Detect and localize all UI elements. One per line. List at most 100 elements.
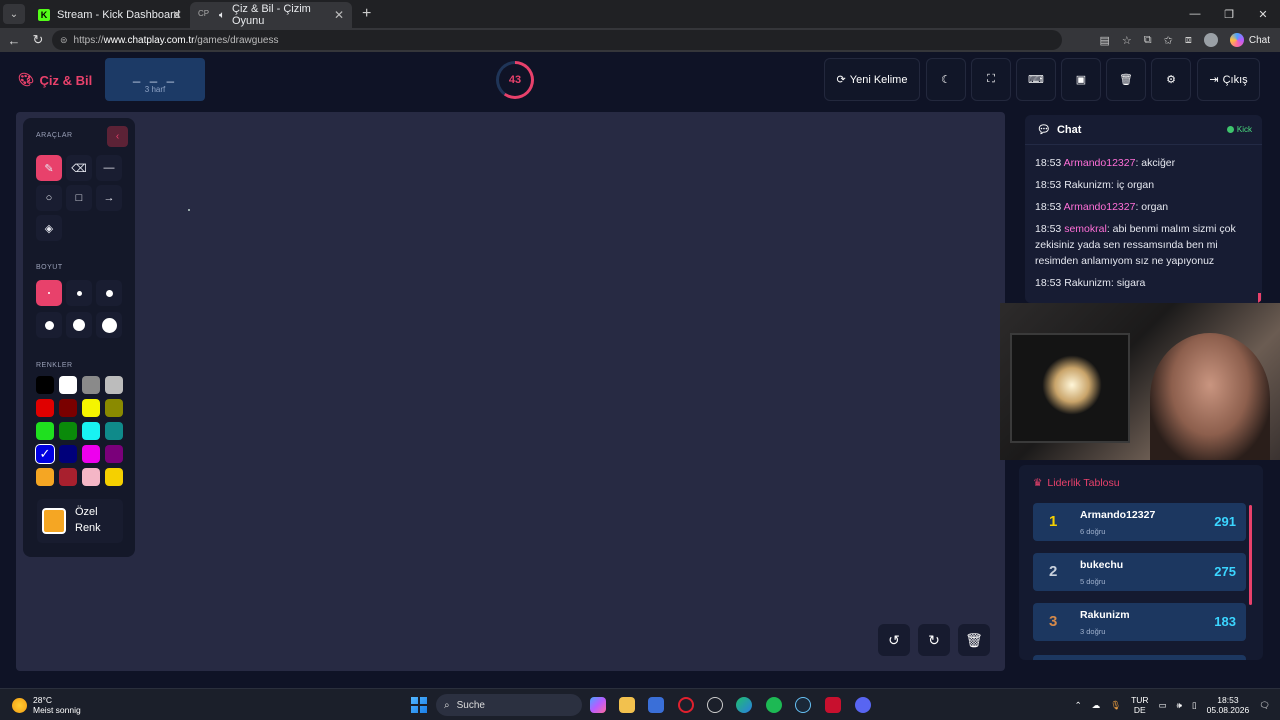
archive-button[interactable]: ▣	[1061, 58, 1101, 101]
color-swatch[interactable]	[59, 445, 77, 463]
arrow-tool[interactable]: →	[96, 185, 122, 211]
color-swatch[interactable]	[36, 399, 54, 417]
brush-tool[interactable]: ✎	[36, 155, 62, 181]
favorite-star-icon[interactable]: ☆	[1122, 34, 1132, 47]
url-field[interactable]: ⊜ https:// www.chatplay.com.tr /games/dr…	[52, 30, 1062, 50]
close-tab-icon[interactable]: ✕	[172, 8, 182, 22]
file-explorer-icon[interactable]	[619, 697, 635, 713]
clear-canvas-button[interactable]: 🗑︎	[958, 624, 990, 656]
color-swatch[interactable]	[105, 399, 123, 417]
microphone-icon[interactable]: 🎙︎	[1110, 700, 1121, 711]
size-option-4[interactable]	[36, 312, 62, 338]
windows-start-icon[interactable]	[411, 697, 427, 713]
clock[interactable]: 18:53 05.08.2026	[1207, 695, 1250, 715]
language-indicator[interactable]: TUR DE	[1131, 695, 1148, 715]
logout-button[interactable]: ⇥ Çıkış	[1197, 58, 1260, 101]
new-word-button[interactable]: ⟳ Yeni Kelime	[824, 58, 920, 101]
close-tab-icon[interactable]: ✕	[334, 8, 344, 22]
size-option-1[interactable]	[36, 280, 62, 306]
weather-widget[interactable]: 28°C Meist sonnig	[12, 695, 81, 715]
leaderboard-scrollbar[interactable]	[1249, 505, 1252, 605]
tab-list-button[interactable]: ⌄	[3, 4, 25, 24]
color-swatch[interactable]	[82, 422, 100, 440]
speaker-icon[interactable]: 🔈︎	[219, 10, 225, 21]
discord-icon[interactable]	[855, 697, 871, 713]
tab-kick-dashboard[interactable]: K Stream - Kick Dashboard ✕	[30, 2, 190, 28]
color-swatch[interactable]	[82, 468, 100, 486]
color-swatch-selected[interactable]: ✓	[36, 445, 54, 463]
opera-icon[interactable]	[678, 697, 694, 713]
reader-icon[interactable]: ▤	[1100, 34, 1110, 47]
edge-icon[interactable]	[736, 697, 752, 713]
size-option-3[interactable]	[96, 280, 122, 306]
favorites-icon[interactable]: ✩	[1164, 34, 1173, 47]
minimize-icon[interactable]: —	[1178, 0, 1212, 28]
color-swatch[interactable]	[82, 445, 100, 463]
redo-button[interactable]: ↻	[918, 624, 950, 656]
circle-tool[interactable]: ○	[36, 185, 62, 211]
color-swatch[interactable]	[105, 468, 123, 486]
extensions-icon[interactable]: ⧉	[1144, 34, 1152, 47]
leaderboard-player: Armando12327	[1080, 509, 1156, 521]
chat-username[interactable]: Armando12327	[1064, 201, 1136, 213]
reload-icon[interactable]: ↻	[26, 28, 50, 52]
theme-toggle-button[interactable]: ☾	[926, 58, 966, 101]
custom-color-button[interactable]: Özel Renk	[37, 499, 123, 543]
chat-scrollbar[interactable]	[1258, 293, 1261, 303]
chat-username[interactable]: Rakunizm	[1064, 277, 1111, 289]
size-option-6[interactable]	[96, 312, 122, 338]
color-swatch[interactable]	[36, 376, 54, 394]
color-swatch[interactable]	[82, 376, 100, 394]
chat-message-list[interactable]: 18:53 Armando12327: akciğer 18:53 Rakuniz…	[1035, 155, 1257, 297]
clear-button[interactable]: 🗑︎	[1106, 58, 1146, 101]
copilot-app-icon[interactable]	[590, 697, 606, 713]
maximize-icon[interactable]: ❐	[1212, 0, 1246, 28]
color-swatch[interactable]	[59, 468, 77, 486]
color-swatch[interactable]	[59, 376, 77, 394]
store-icon[interactable]	[648, 697, 664, 713]
color-swatch[interactable]	[105, 422, 123, 440]
chat-username[interactable]: Armando12327	[1064, 157, 1136, 169]
spotify-icon[interactable]	[766, 697, 782, 713]
notifications-icon[interactable]: 🗨︎	[1259, 700, 1270, 711]
color-swatch[interactable]	[105, 445, 123, 463]
brand-logo[interactable]: 🎨︎ Çiz & Bil	[18, 72, 92, 88]
back-icon[interactable]: ←	[2, 28, 26, 52]
color-swatch[interactable]	[36, 468, 54, 486]
fill-tool[interactable]: ◈	[36, 215, 62, 241]
chatgpt-icon[interactable]	[707, 697, 723, 713]
rectangle-tool[interactable]: □	[66, 185, 92, 211]
chat-username[interactable]: Rakunizm	[1064, 179, 1111, 191]
app-badge-icon[interactable]	[825, 697, 841, 713]
color-swatch[interactable]	[59, 422, 77, 440]
color-swatch[interactable]	[82, 399, 100, 417]
cloud-icon[interactable]: ☁	[1092, 700, 1101, 711]
color-swatch[interactable]	[36, 422, 54, 440]
new-tab-icon[interactable]: +	[362, 5, 371, 23]
close-window-icon[interactable]: ✕	[1246, 0, 1280, 28]
tab-ciz-bil[interactable]: CP 🔈︎ Çiz & Bil - Çizim Oyunu ✕	[190, 2, 352, 28]
eraser-tool[interactable]: ⌫	[66, 155, 92, 181]
line-tool[interactable]: —	[96, 155, 122, 181]
fullscreen-button[interactable]: ⛶	[971, 58, 1011, 101]
steam-icon[interactable]	[795, 697, 811, 713]
color-swatch[interactable]	[105, 376, 123, 394]
tray-overflow-icon[interactable]: ⌃	[1075, 700, 1082, 711]
drawing-canvas[interactable]	[16, 112, 1005, 671]
volume-icon[interactable]: 🕪︎	[1177, 700, 1182, 711]
color-swatch[interactable]	[59, 399, 77, 417]
network-icon[interactable]: ▭	[1159, 700, 1167, 711]
undo-button[interactable]: ↺	[878, 624, 910, 656]
profile-avatar[interactable]	[1203, 33, 1218, 47]
keyboard-button[interactable]: ⌨	[1016, 58, 1056, 101]
battery-icon[interactable]: ▯	[1192, 700, 1197, 711]
size-option-2[interactable]	[66, 280, 92, 306]
site-info-icon[interactable]: ⊜	[60, 35, 68, 46]
size-option-5[interactable]	[66, 312, 92, 338]
taskbar-search[interactable]: ⌕ Suche	[436, 694, 582, 716]
copilot-chat-button[interactable]: Chat	[1229, 33, 1270, 47]
settings-button[interactable]: ⚙	[1151, 58, 1191, 101]
collections-icon[interactable]: ⧈	[1185, 34, 1192, 47]
chat-username[interactable]: semokral	[1064, 223, 1107, 235]
collapse-panel-button[interactable]: ‹	[107, 126, 128, 147]
